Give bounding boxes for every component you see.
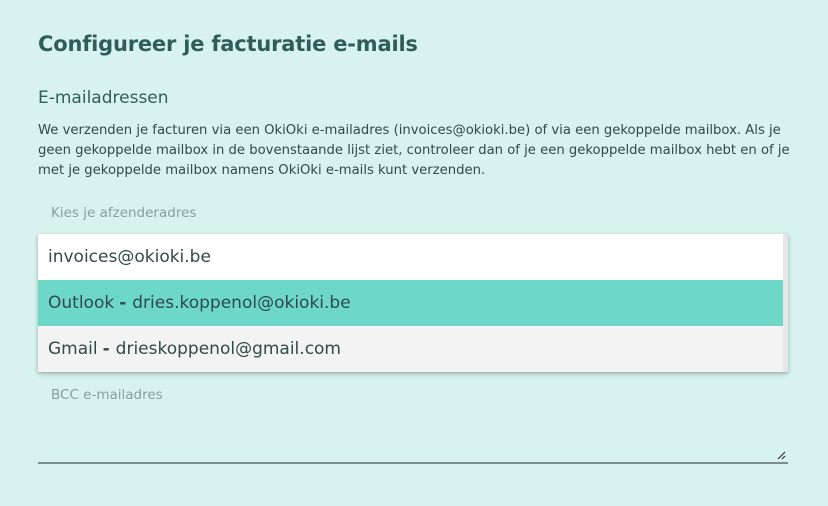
billing-email-config-page: Configureer je facturatie e-mails E-mail… (0, 0, 828, 506)
option-email: drieskoppenol@gmail.com (115, 339, 341, 359)
sender-option-outlook[interactable]: Outlook - dries.koppenol@okioki.be (38, 280, 783, 326)
bcc-email-textarea[interactable] (38, 410, 788, 464)
option-provider: Gmail (48, 339, 98, 359)
resize-grip-icon[interactable] (777, 451, 786, 460)
section-description: We verzenden je facturen via een OkiOki … (38, 123, 790, 178)
sender-option-okioki[interactable]: invoices@okioki.be (38, 234, 783, 280)
sender-address-dropdown[interactable]: invoices@okioki.be Outlook - dries.koppe… (38, 234, 788, 372)
page-title: Configureer je facturatie e-mails (38, 32, 418, 56)
section-title: E-mailadressen (38, 88, 169, 108)
dropdown-scrollbar[interactable] (783, 234, 788, 372)
option-separator: - (119, 293, 127, 313)
sender-address-label: Kies je afzenderadres (51, 205, 197, 221)
option-separator: - (102, 339, 110, 359)
option-provider: Outlook (48, 293, 115, 313)
option-email: dries.koppenol@okioki.be (132, 293, 351, 313)
bcc-email-label: BCC e-mailadres (51, 387, 163, 403)
option-email: invoices@okioki.be (48, 247, 211, 267)
sender-option-gmail[interactable]: Gmail - drieskoppenol@gmail.com (38, 326, 783, 372)
